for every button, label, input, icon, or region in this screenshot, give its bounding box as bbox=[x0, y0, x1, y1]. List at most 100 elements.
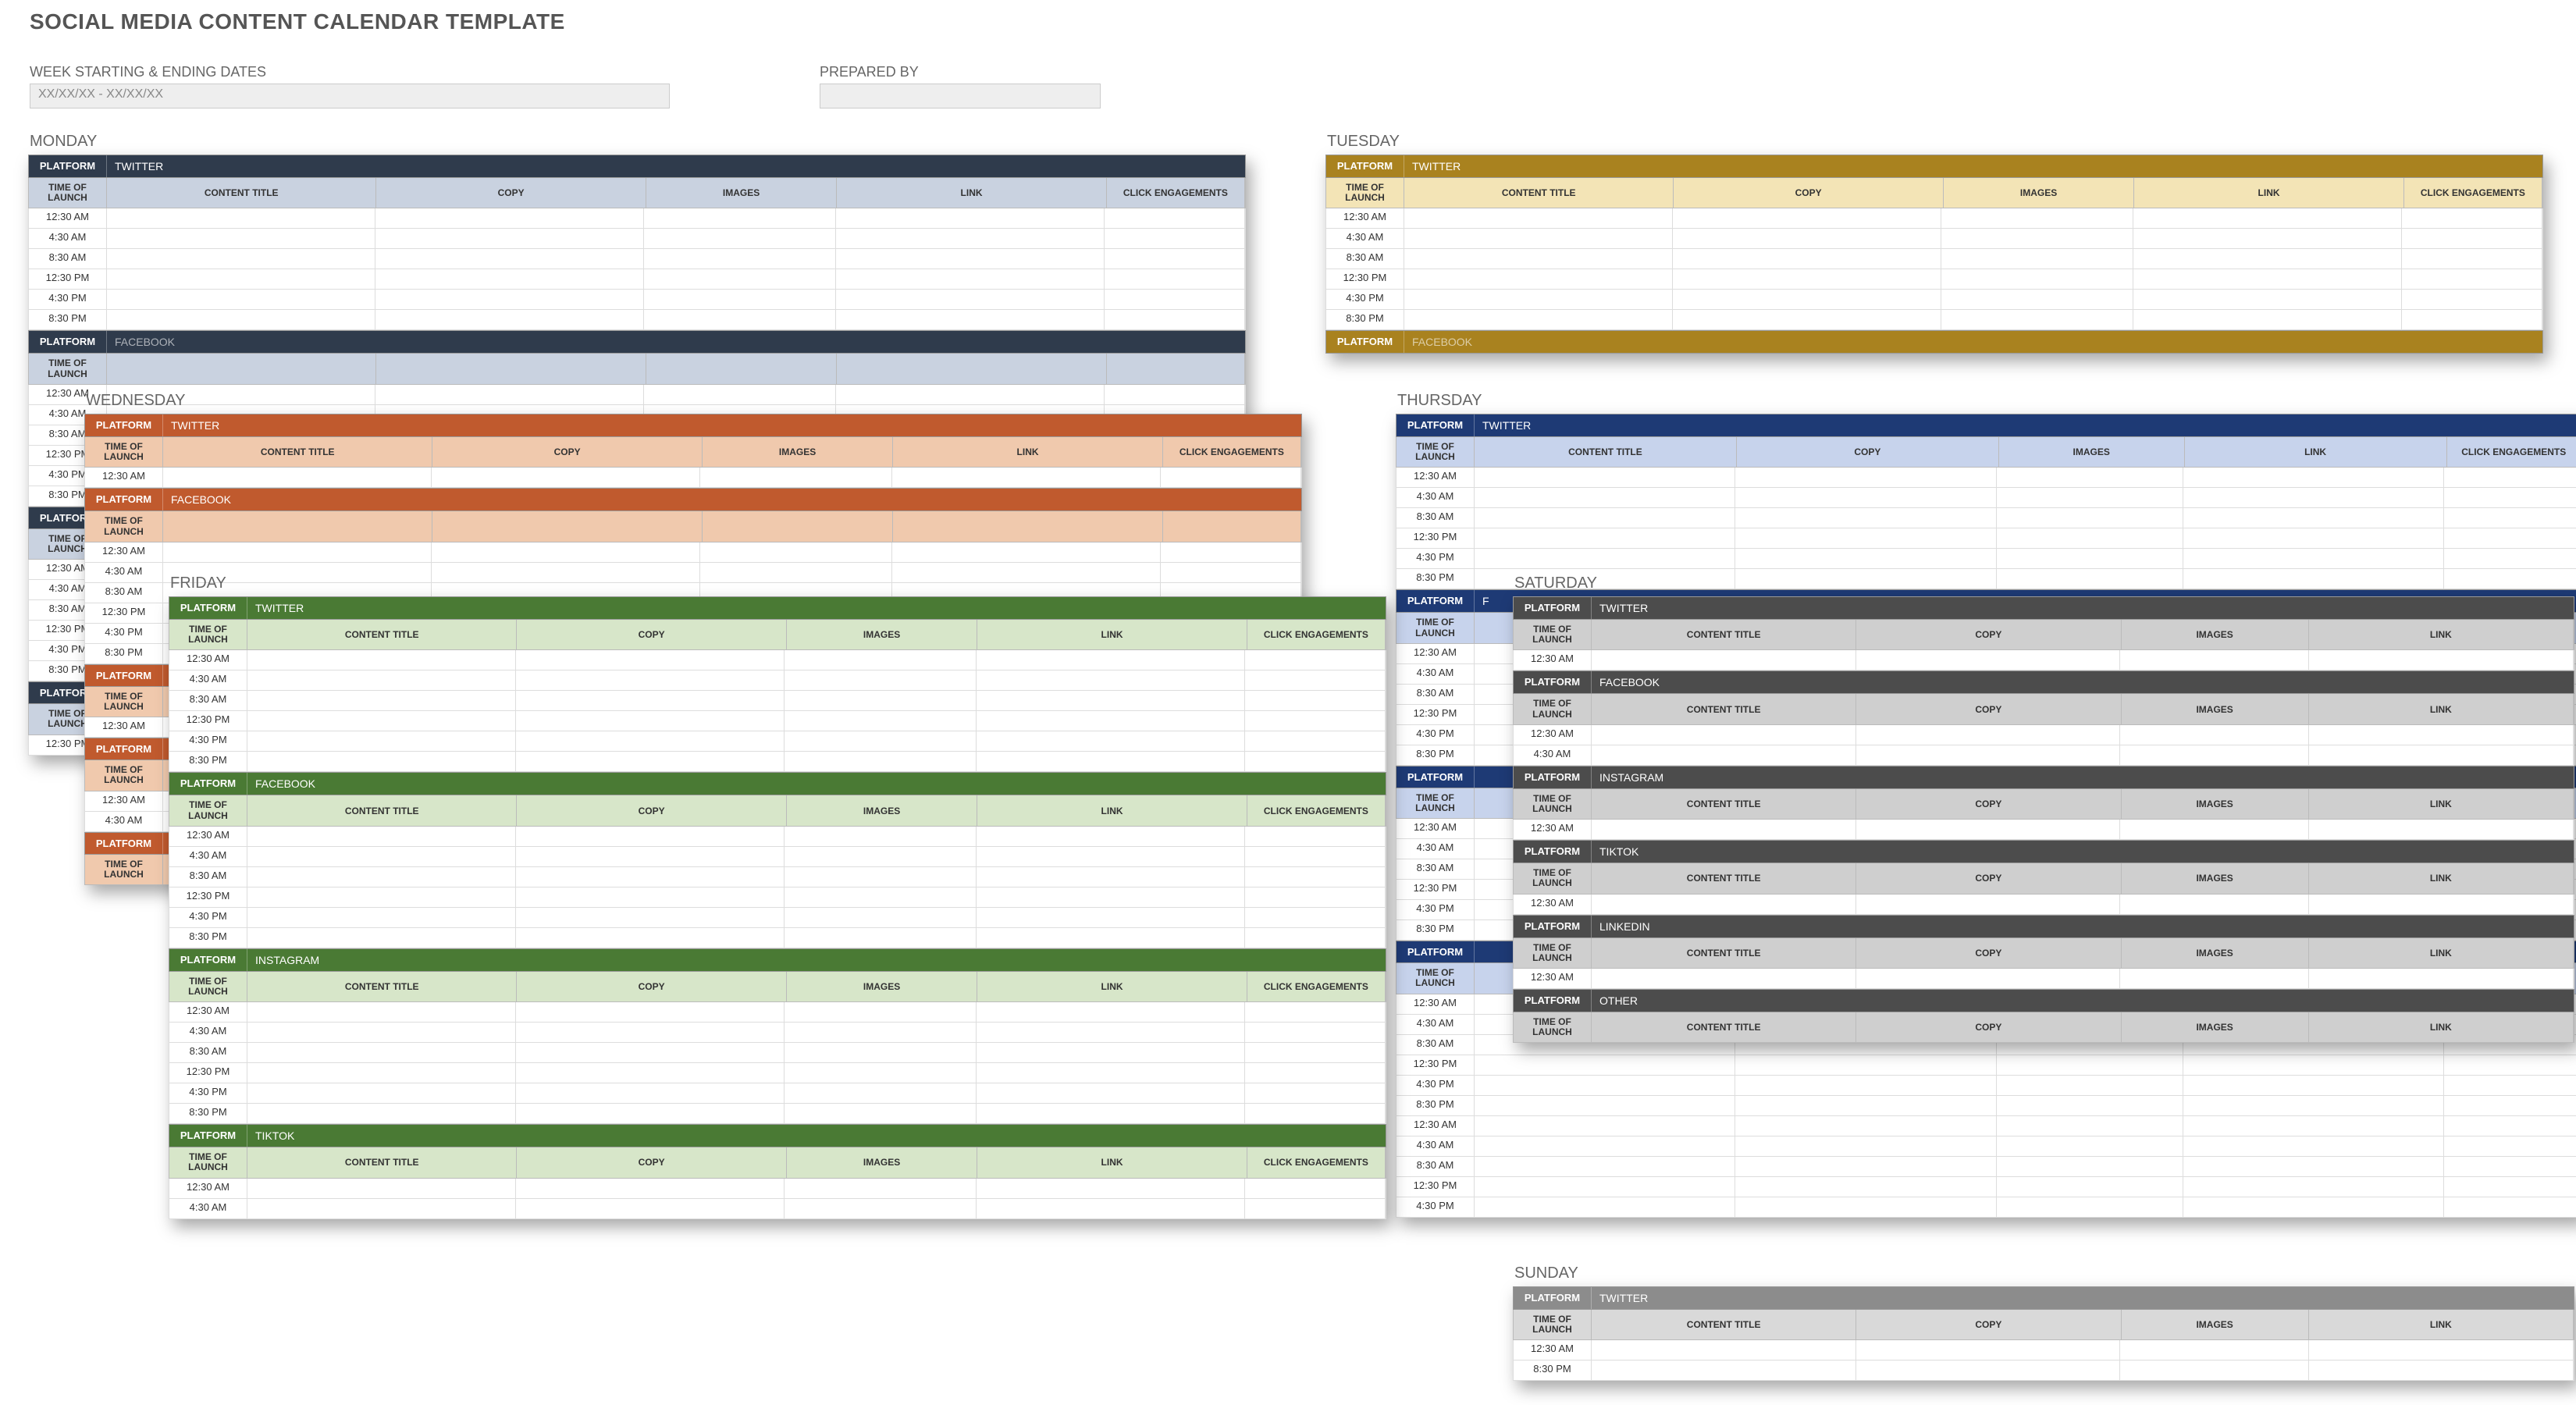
data-cell[interactable] bbox=[247, 847, 516, 867]
data-cell[interactable] bbox=[247, 691, 516, 711]
data-cell[interactable] bbox=[1941, 249, 2133, 269]
time-cell[interactable]: 4:30 PM bbox=[1397, 725, 1475, 745]
time-cell[interactable]: 4:30 PM bbox=[169, 1083, 247, 1104]
data-cell[interactable] bbox=[1997, 1177, 2183, 1197]
time-cell[interactable]: 12:30 AM bbox=[85, 717, 163, 738]
data-cell[interactable] bbox=[785, 887, 977, 908]
data-cell[interactable] bbox=[1475, 549, 1735, 569]
data-cell[interactable] bbox=[1404, 249, 1673, 269]
data-cell[interactable] bbox=[785, 1104, 977, 1124]
data-cell[interactable] bbox=[644, 385, 836, 405]
data-cell[interactable] bbox=[516, 1043, 785, 1063]
data-cell[interactable] bbox=[1161, 542, 1301, 563]
data-cell[interactable] bbox=[516, 1104, 785, 1124]
data-cell[interactable] bbox=[2444, 1096, 2576, 1116]
data-cell[interactable] bbox=[107, 290, 375, 310]
time-cell[interactable]: 12:30 PM bbox=[1397, 705, 1475, 725]
time-cell[interactable]: 12:30 AM bbox=[1514, 969, 1592, 989]
data-cell[interactable] bbox=[1475, 508, 1735, 528]
data-cell[interactable] bbox=[977, 691, 1245, 711]
time-cell[interactable]: 12:30 AM bbox=[85, 468, 163, 488]
data-cell[interactable] bbox=[1735, 468, 1996, 488]
time-cell[interactable]: 8:30 AM bbox=[85, 583, 163, 603]
data-cell[interactable] bbox=[1245, 1023, 1386, 1043]
data-cell[interactable] bbox=[977, 1083, 1245, 1104]
data-cell[interactable] bbox=[247, 711, 516, 731]
time-cell[interactable]: 8:30 PM bbox=[169, 928, 247, 948]
time-cell[interactable]: 8:30 AM bbox=[169, 1043, 247, 1063]
data-cell[interactable] bbox=[977, 731, 1245, 752]
data-cell[interactable] bbox=[1475, 488, 1735, 508]
data-cell[interactable] bbox=[2402, 290, 2542, 310]
time-cell[interactable]: 8:30 PM bbox=[85, 644, 163, 664]
data-cell[interactable] bbox=[247, 1063, 516, 1083]
data-cell[interactable] bbox=[432, 563, 700, 583]
data-cell[interactable] bbox=[375, 229, 644, 249]
data-cell[interactable] bbox=[2444, 569, 2576, 589]
data-cell[interactable] bbox=[247, 887, 516, 908]
time-cell[interactable]: 8:30 PM bbox=[1514, 1361, 1592, 1381]
data-cell[interactable] bbox=[785, 1063, 977, 1083]
data-cell[interactable] bbox=[2444, 1055, 2576, 1076]
data-cell[interactable] bbox=[977, 1002, 1245, 1023]
data-cell[interactable] bbox=[700, 542, 892, 563]
time-cell[interactable]: 12:30 PM bbox=[1326, 269, 1404, 290]
time-cell[interactable]: 12:30 AM bbox=[85, 542, 163, 563]
data-cell[interactable] bbox=[1997, 1096, 2183, 1116]
data-cell[interactable] bbox=[785, 650, 977, 670]
data-cell[interactable] bbox=[2133, 290, 2402, 310]
data-cell[interactable] bbox=[1404, 290, 1673, 310]
data-cell[interactable] bbox=[1245, 752, 1386, 772]
data-cell[interactable] bbox=[516, 752, 785, 772]
time-cell[interactable]: 4:30 PM bbox=[169, 908, 247, 928]
data-cell[interactable] bbox=[977, 867, 1245, 887]
data-cell[interactable] bbox=[785, 1199, 977, 1219]
data-cell[interactable] bbox=[1735, 528, 1996, 549]
data-cell[interactable] bbox=[247, 1199, 516, 1219]
time-cell[interactable]: 12:30 PM bbox=[1397, 528, 1475, 549]
data-cell[interactable] bbox=[247, 1083, 516, 1104]
time-cell[interactable]: 12:30 PM bbox=[1397, 1055, 1475, 1076]
data-cell[interactable] bbox=[2402, 310, 2542, 330]
data-cell[interactable] bbox=[2183, 1116, 2444, 1136]
data-cell[interactable] bbox=[1997, 528, 2183, 549]
data-cell[interactable] bbox=[1245, 847, 1386, 867]
data-cell[interactable] bbox=[163, 542, 432, 563]
data-cell[interactable] bbox=[516, 928, 785, 948]
data-cell[interactable] bbox=[1475, 528, 1735, 549]
time-cell[interactable]: 4:30 PM bbox=[85, 624, 163, 644]
data-cell[interactable] bbox=[1245, 1002, 1386, 1023]
data-cell[interactable] bbox=[2183, 508, 2444, 528]
time-cell[interactable]: 12:30 PM bbox=[169, 887, 247, 908]
time-cell[interactable]: 4:30 AM bbox=[169, 1199, 247, 1219]
data-cell[interactable] bbox=[1735, 508, 1996, 528]
data-cell[interactable] bbox=[2444, 1197, 2576, 1218]
time-cell[interactable]: 4:30 AM bbox=[1326, 229, 1404, 249]
data-cell[interactable] bbox=[1245, 1104, 1386, 1124]
time-cell[interactable]: 4:30 AM bbox=[1397, 664, 1475, 685]
time-cell[interactable]: 8:30 AM bbox=[1397, 859, 1475, 880]
time-cell[interactable]: 4:30 AM bbox=[1397, 1015, 1475, 1035]
data-cell[interactable] bbox=[1475, 1116, 1735, 1136]
data-cell[interactable] bbox=[1735, 1197, 1996, 1218]
time-cell[interactable]: 4:30 AM bbox=[1514, 745, 1592, 766]
data-cell[interactable] bbox=[247, 867, 516, 887]
time-cell[interactable]: 12:30 AM bbox=[1514, 820, 1592, 840]
data-cell[interactable] bbox=[2183, 528, 2444, 549]
data-cell[interactable] bbox=[836, 269, 1105, 290]
data-cell[interactable] bbox=[1673, 249, 1941, 269]
data-cell[interactable] bbox=[516, 867, 785, 887]
time-cell[interactable]: 12:30 AM bbox=[1397, 644, 1475, 664]
data-cell[interactable] bbox=[977, 827, 1245, 847]
time-cell[interactable]: 4:30 PM bbox=[1397, 900, 1475, 920]
data-cell[interactable] bbox=[1245, 711, 1386, 731]
data-cell[interactable] bbox=[1475, 1136, 1735, 1157]
data-cell[interactable] bbox=[516, 691, 785, 711]
data-cell[interactable] bbox=[2133, 249, 2402, 269]
data-cell[interactable] bbox=[2444, 528, 2576, 549]
data-cell[interactable] bbox=[1475, 1055, 1735, 1076]
data-cell[interactable] bbox=[2444, 468, 2576, 488]
data-cell[interactable] bbox=[516, 887, 785, 908]
data-cell[interactable] bbox=[1997, 1076, 2183, 1096]
data-cell[interactable] bbox=[1735, 569, 1996, 589]
